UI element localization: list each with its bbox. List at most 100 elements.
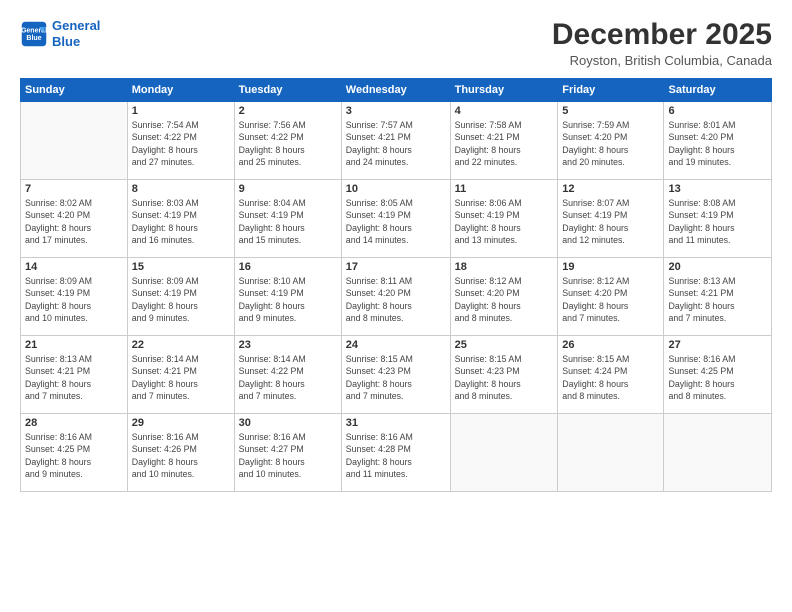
table-cell: 21 Sunrise: 8:13 AM Sunset: 4:21 PM Dayli… xyxy=(21,336,128,414)
day-number: 18 xyxy=(455,261,554,273)
table-cell: 29 Sunrise: 8:16 AM Sunset: 4:26 PM Dayli… xyxy=(127,414,234,492)
day-number: 8 xyxy=(132,183,230,195)
day-number: 10 xyxy=(346,183,446,195)
day-info: Sunrise: 7:57 AM Sunset: 4:21 PM Dayligh… xyxy=(346,119,446,168)
day-number: 24 xyxy=(346,339,446,351)
col-monday: Monday xyxy=(127,79,234,102)
day-number: 26 xyxy=(562,339,659,351)
table-cell: 31 Sunrise: 8:16 AM Sunset: 4:28 PM Dayli… xyxy=(341,414,450,492)
table-cell: 12Sunrise: 8:07 AM Sunset: 4:19 PM Dayli… xyxy=(558,180,664,258)
day-info: Sunrise: 8:16 AM Sunset: 4:27 PM Dayligh… xyxy=(239,431,337,480)
day-info: Sunrise: 8:15 AM Sunset: 4:23 PM Dayligh… xyxy=(346,353,446,402)
day-number: 12 xyxy=(562,183,659,195)
col-friday: Friday xyxy=(558,79,664,102)
day-info: Sunrise: 8:06 AM Sunset: 4:19 PM Dayligh… xyxy=(455,197,554,246)
title-block: December 2025 Royston, British Columbia,… xyxy=(552,18,772,68)
day-number: 4 xyxy=(455,105,554,117)
svg-text:Blue: Blue xyxy=(26,35,41,42)
table-cell: 17 Sunrise: 8:11 AM Sunset: 4:20 PM Dayli… xyxy=(341,258,450,336)
day-number: 14 xyxy=(25,261,123,273)
day-number: 27 xyxy=(668,339,767,351)
day-number: 13 xyxy=(668,183,767,195)
table-cell: 3 Sunrise: 7:57 AM Sunset: 4:21 PM Daylig… xyxy=(341,102,450,180)
day-number: 20 xyxy=(668,261,767,273)
table-cell: 7 Sunrise: 8:02 AM Sunset: 4:20 PM Daylig… xyxy=(21,180,128,258)
day-number: 2 xyxy=(239,105,337,117)
day-number: 22 xyxy=(132,339,230,351)
logo-icon: General Blue xyxy=(20,20,48,48)
day-info: Sunrise: 8:09 AM Sunset: 4:19 PM Dayligh… xyxy=(132,275,230,324)
table-cell: 5 Sunrise: 7:59 AM Sunset: 4:20 PM Daylig… xyxy=(558,102,664,180)
day-info: Sunrise: 8:16 AM Sunset: 4:25 PM Dayligh… xyxy=(668,353,767,402)
day-info: Sunrise: 8:16 AM Sunset: 4:26 PM Dayligh… xyxy=(132,431,230,480)
day-info: Sunrise: 7:58 AM Sunset: 4:21 PM Dayligh… xyxy=(455,119,554,168)
col-sunday: Sunday xyxy=(21,79,128,102)
day-info: Sunrise: 8:13 AM Sunset: 4:21 PM Dayligh… xyxy=(668,275,767,324)
day-number: 1 xyxy=(132,105,230,117)
day-number: 7 xyxy=(25,183,123,195)
day-info: Sunrise: 8:10 AM Sunset: 4:19 PM Dayligh… xyxy=(239,275,337,324)
day-number: 29 xyxy=(132,417,230,429)
day-number: 11 xyxy=(455,183,554,195)
location: Royston, British Columbia, Canada xyxy=(552,53,772,68)
logo-text: General Blue xyxy=(52,18,100,49)
table-cell: 10 Sunrise: 8:05 AM Sunset: 4:19 PM Dayli… xyxy=(341,180,450,258)
day-info: Sunrise: 7:56 AM Sunset: 4:22 PM Dayligh… xyxy=(239,119,337,168)
day-info: Sunrise: 7:54 AM Sunset: 4:22 PM Dayligh… xyxy=(132,119,230,168)
day-info: Sunrise: 8:14 AM Sunset: 4:22 PM Dayligh… xyxy=(239,353,337,402)
week-row-0: 1 Sunrise: 7:54 AM Sunset: 4:22 PM Daylig… xyxy=(21,102,772,180)
day-info: Sunrise: 8:13 AM Sunset: 4:21 PM Dayligh… xyxy=(25,353,123,402)
table-cell: 25 Sunrise: 8:15 AM Sunset: 4:23 PM Dayli… xyxy=(450,336,558,414)
table-cell: 4 Sunrise: 7:58 AM Sunset: 4:21 PM Daylig… xyxy=(450,102,558,180)
table-cell: 18 Sunrise: 8:12 AM Sunset: 4:20 PM Dayli… xyxy=(450,258,558,336)
day-number: 15 xyxy=(132,261,230,273)
col-saturday: Saturday xyxy=(664,79,772,102)
col-thursday: Thursday xyxy=(450,79,558,102)
table-cell: 14 Sunrise: 8:09 AM Sunset: 4:19 PM Dayli… xyxy=(21,258,128,336)
day-info: Sunrise: 8:05 AM Sunset: 4:19 PM Dayligh… xyxy=(346,197,446,246)
table-cell xyxy=(558,414,664,492)
day-info: Sunrise: 8:15 AM Sunset: 4:24 PM Dayligh… xyxy=(562,353,659,402)
day-info: Sunrise: 8:09 AM Sunset: 4:19 PM Dayligh… xyxy=(25,275,123,324)
day-number: 5 xyxy=(562,105,659,117)
day-info: Sunrise: 8:03 AM Sunset: 4:19 PM Dayligh… xyxy=(132,197,230,246)
table-cell xyxy=(450,414,558,492)
col-wednesday: Wednesday xyxy=(341,79,450,102)
day-info: Sunrise: 8:02 AM Sunset: 4:20 PM Dayligh… xyxy=(25,197,123,246)
table-cell: 9Sunrise: 8:04 AM Sunset: 4:19 PM Daylig… xyxy=(234,180,341,258)
table-cell: 20 Sunrise: 8:13 AM Sunset: 4:21 PM Dayli… xyxy=(664,258,772,336)
table-cell: 24 Sunrise: 8:15 AM Sunset: 4:23 PM Dayli… xyxy=(341,336,450,414)
week-row-4: 28 Sunrise: 8:16 AM Sunset: 4:25 PM Dayli… xyxy=(21,414,772,492)
day-number: 23 xyxy=(239,339,337,351)
table-cell: 11 Sunrise: 8:06 AM Sunset: 4:19 PM Dayli… xyxy=(450,180,558,258)
day-info: Sunrise: 8:08 AM Sunset: 4:19 PM Dayligh… xyxy=(668,197,767,246)
calendar-header-row: Sunday Monday Tuesday Wednesday Thursday… xyxy=(21,79,772,102)
table-cell: 26 Sunrise: 8:15 AM Sunset: 4:24 PM Dayli… xyxy=(558,336,664,414)
day-number: 17 xyxy=(346,261,446,273)
day-number: 28 xyxy=(25,417,123,429)
day-info: Sunrise: 8:15 AM Sunset: 4:23 PM Dayligh… xyxy=(455,353,554,402)
day-number: 3 xyxy=(346,105,446,117)
day-info: Sunrise: 7:59 AM Sunset: 4:20 PM Dayligh… xyxy=(562,119,659,168)
day-number: 9 xyxy=(239,183,337,195)
day-number: 19 xyxy=(562,261,659,273)
table-cell xyxy=(21,102,128,180)
table-cell: 27 Sunrise: 8:16 AM Sunset: 4:25 PM Dayli… xyxy=(664,336,772,414)
day-info: Sunrise: 8:14 AM Sunset: 4:21 PM Dayligh… xyxy=(132,353,230,402)
table-cell: 2 Sunrise: 7:56 AM Sunset: 4:22 PM Daylig… xyxy=(234,102,341,180)
week-row-3: 21 Sunrise: 8:13 AM Sunset: 4:21 PM Dayli… xyxy=(21,336,772,414)
day-info: Sunrise: 8:01 AM Sunset: 4:20 PM Dayligh… xyxy=(668,119,767,168)
day-info: Sunrise: 8:16 AM Sunset: 4:28 PM Dayligh… xyxy=(346,431,446,480)
table-cell: 8 Sunrise: 8:03 AM Sunset: 4:19 PM Daylig… xyxy=(127,180,234,258)
table-cell: 1 Sunrise: 7:54 AM Sunset: 4:22 PM Daylig… xyxy=(127,102,234,180)
day-number: 30 xyxy=(239,417,337,429)
table-cell: 22 Sunrise: 8:14 AM Sunset: 4:21 PM Dayli… xyxy=(127,336,234,414)
day-info: Sunrise: 8:11 AM Sunset: 4:20 PM Dayligh… xyxy=(346,275,446,324)
day-number: 25 xyxy=(455,339,554,351)
day-number: 31 xyxy=(346,417,446,429)
day-info: Sunrise: 8:12 AM Sunset: 4:20 PM Dayligh… xyxy=(455,275,554,324)
logo: General Blue General Blue xyxy=(20,18,100,49)
day-number: 21 xyxy=(25,339,123,351)
day-info: Sunrise: 8:16 AM Sunset: 4:25 PM Dayligh… xyxy=(25,431,123,480)
table-cell xyxy=(664,414,772,492)
